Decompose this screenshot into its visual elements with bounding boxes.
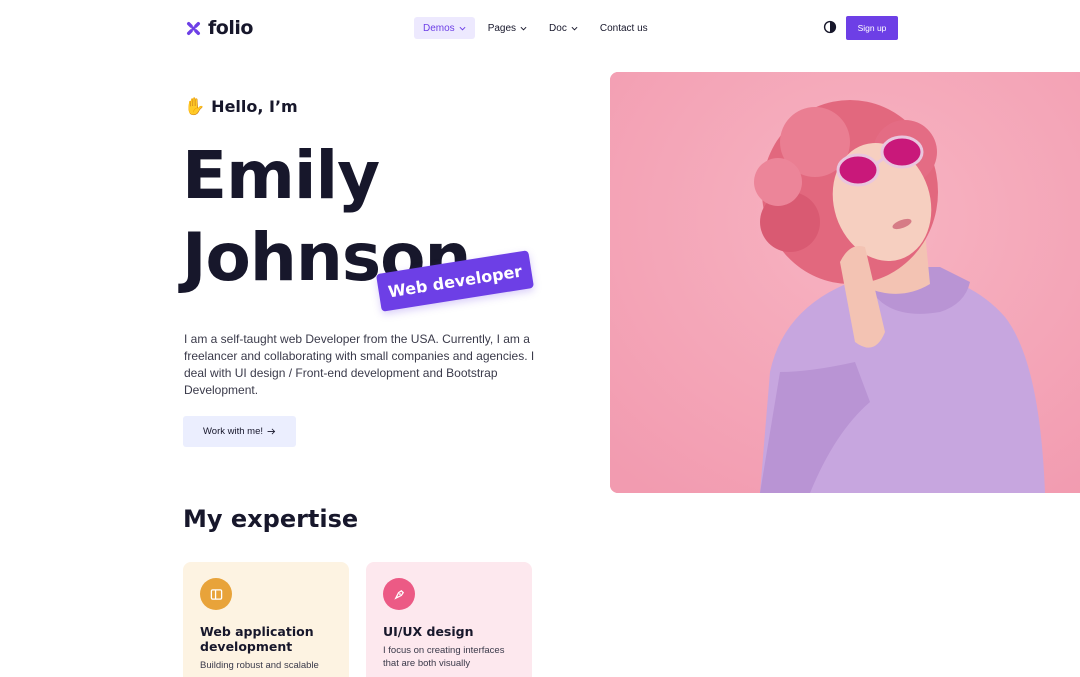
work-with-me-button[interactable]: Work with me! [183, 416, 296, 447]
nav-item-demos[interactable]: Demos [414, 17, 475, 39]
nav-item-pages[interactable]: Pages [479, 17, 536, 39]
chevron-down-icon [520, 26, 527, 30]
contrast-icon[interactable] [823, 20, 837, 34]
hero-bio: I am a self-taught web Developer from th… [184, 332, 535, 397]
chevron-down-icon [571, 26, 578, 30]
card-description: Building robust and scalable [200, 660, 319, 671]
card-title: UI/UX design [383, 624, 474, 639]
hero-first-name: Emily [182, 137, 380, 214]
main-nav: Demos Pages Doc Contact us [414, 17, 657, 39]
arrow-right-icon [267, 428, 276, 435]
signup-button[interactable]: Sign up [846, 16, 898, 40]
nav-item-label: Pages [487, 22, 517, 34]
logo[interactable]: folio [185, 17, 253, 39]
pen-tool-icon [383, 578, 415, 610]
nav-item-contact[interactable]: Contact us [591, 17, 657, 39]
nav-item-label: Demos [423, 22, 455, 34]
nav-item-label: Doc [549, 22, 567, 34]
waving-hand-icon: ✋ [184, 97, 206, 116]
section-title-expertise: My expertise [183, 505, 359, 533]
expertise-card-uiux[interactable]: UI/UX design I focus on creating interfa… [366, 562, 532, 677]
nav-item-doc[interactable]: Doc [540, 17, 587, 39]
hero-portrait [610, 72, 1080, 493]
card-title: Web application development [200, 624, 314, 654]
logo-text: folio [208, 17, 253, 39]
cta-label: Work with me! [202, 426, 263, 437]
expertise-card-web-app[interactable]: Web application development Building rob… [183, 562, 349, 677]
card-description: I focus on creating interfaces that are … [383, 645, 505, 669]
portrait-illustration [610, 72, 1080, 493]
nav-item-label: Contact us [599, 22, 648, 34]
chevron-down-icon [459, 26, 466, 30]
greeting: ✋ Hello, I’m [184, 97, 298, 116]
logo-mark-icon [186, 21, 201, 35]
browser-icon [200, 578, 232, 610]
greeting-text: Hello, I’m [211, 97, 298, 116]
